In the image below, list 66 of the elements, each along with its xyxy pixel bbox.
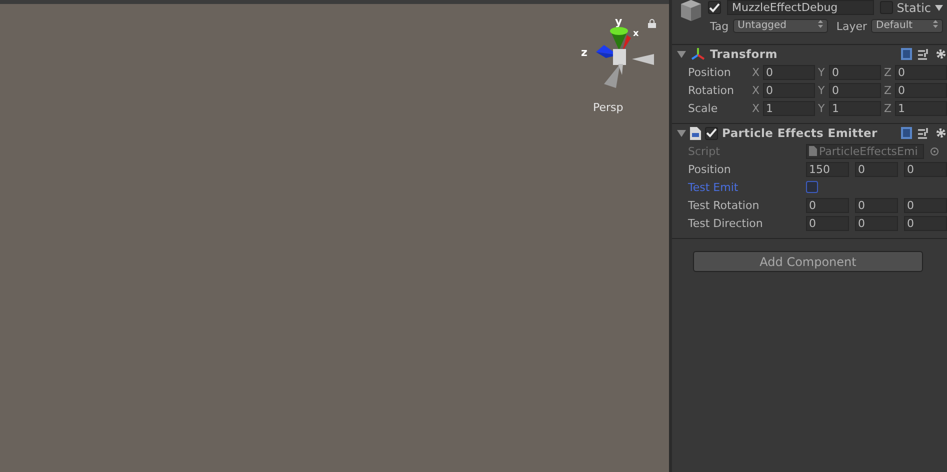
gear-icon[interactable] [935,127,947,139]
property-label: Position [688,66,732,78]
axis-label: Z [884,102,892,114]
number-field[interactable]: 0 [806,216,849,230]
number-field[interactable]: 0 [763,64,815,80]
script-file-icon [809,146,817,156]
number-field[interactable]: 0 [763,82,815,98]
number-field[interactable]: 0 [904,216,947,230]
target-icon[interactable] [930,146,939,156]
axis-label: X [752,66,760,78]
layer-dropdown[interactable]: Default [871,19,943,33]
help-book-icon[interactable] [901,48,912,60]
property-label: Test Rotation [688,198,760,212]
script-file-icon [690,126,701,140]
projection-label[interactable]: Persp [593,101,624,114]
component-title: Particle Effects Emitter [722,126,878,140]
expanded-triangle-icon[interactable] [677,50,686,58]
axis-label: Y [818,102,826,114]
property-label: Test Emit [688,180,740,194]
cube-icon [680,0,702,22]
axis-label: Z [884,66,892,78]
axes-icon [690,47,706,61]
object-name-field[interactable]: MuzzleEffectDebug [727,0,874,15]
axis-label: X [752,102,760,114]
number-field[interactable]: 0 [829,82,881,98]
updown-arrows-icon [818,20,824,28]
dropdown-arrow-icon[interactable] [935,4,943,10]
lock-icon[interactable] [648,19,656,28]
number-field[interactable]: 0 [895,64,947,80]
axis-label: X [752,84,760,96]
property-label: Test Direction [688,216,764,230]
number-field[interactable]: 0 [855,216,898,230]
expanded-triangle-icon[interactable] [677,128,686,138]
checkbox[interactable] [708,1,721,14]
number-field[interactable]: 0 [895,82,947,98]
orientation-gizmo[interactable]: y z x [578,12,654,92]
number-field[interactable]: 0 [904,162,947,176]
property-label: Rotation [688,84,736,96]
axis-label: Y [818,66,826,78]
number-field[interactable]: 0 [829,64,881,80]
number-field[interactable]: 0 [904,198,947,212]
number-field[interactable]: 0 [855,198,898,212]
checkbox[interactable] [806,181,818,193]
axis-label: Y [818,84,826,96]
gear-icon[interactable] [935,48,947,60]
help-book-icon[interactable] [901,127,912,139]
add-component-button[interactable]: Add Component [693,251,923,272]
property-label: Position [688,162,732,176]
number-field[interactable]: 1 [829,100,881,116]
number-field[interactable]: 1 [763,100,815,116]
layer-label: Layer [836,20,867,32]
tag-dropdown[interactable]: Untagged [732,19,828,33]
static-label: Static [896,0,931,14]
tag-label: Tag [710,20,729,32]
axis-label: Z [884,84,892,96]
number-field[interactable]: 0 [855,162,898,176]
number-field[interactable]: 0 [806,198,849,212]
preset-sliders-icon[interactable] [918,128,929,138]
property-label: Scale [688,102,719,114]
component-title: Transform [710,47,778,61]
checkbox[interactable] [705,126,718,140]
number-field[interactable]: 150 [806,162,849,176]
preset-sliders-icon[interactable] [918,48,929,60]
property-label: Script [688,144,721,158]
number-field[interactable]: 1 [895,100,947,116]
updown-arrows-icon [933,20,938,28]
